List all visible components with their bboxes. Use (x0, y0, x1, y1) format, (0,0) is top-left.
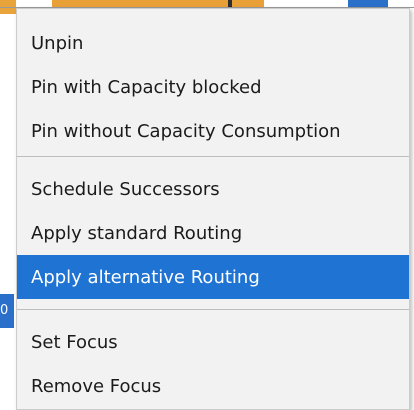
menu-item-label: Remove Focus (31, 375, 162, 397)
menu-separator (17, 309, 409, 310)
menu-item-label: Apply standard Routing (31, 222, 243, 244)
menu-item-apply-alternative-routing[interactable]: Apply alternative Routing (17, 255, 409, 299)
menu-separator (17, 156, 409, 157)
menu-item-label: Schedule Successors (31, 178, 220, 200)
menu-item-label: Pin without Capacity Consumption (31, 120, 341, 142)
menu-item-unpin[interactable]: Unpin (17, 21, 409, 65)
menu-item-label: Unpin (31, 32, 84, 54)
menu-item-apply-standard-routing[interactable]: Apply standard Routing (17, 211, 409, 255)
context-menu: Unpin Pin with Capacity blocked Pin with… (16, 8, 410, 410)
menu-item-pin-without-capacity-consumption[interactable]: Pin without Capacity Consumption (17, 109, 409, 153)
menu-item-label: Pin with Capacity blocked (31, 76, 262, 98)
menu-item-label: Apply alternative Routing (31, 266, 260, 288)
menu-item-remove-focus[interactable]: Remove Focus (17, 364, 409, 408)
menu-item-label: Set Focus (31, 331, 118, 353)
menu-item-schedule-successors[interactable]: Schedule Successors (17, 167, 409, 211)
background-row-text: 0 (0, 303, 9, 318)
menu-item-set-focus[interactable]: Set Focus (17, 320, 409, 364)
menu-item-pin-with-capacity-blocked[interactable]: Pin with Capacity blocked (17, 65, 409, 109)
